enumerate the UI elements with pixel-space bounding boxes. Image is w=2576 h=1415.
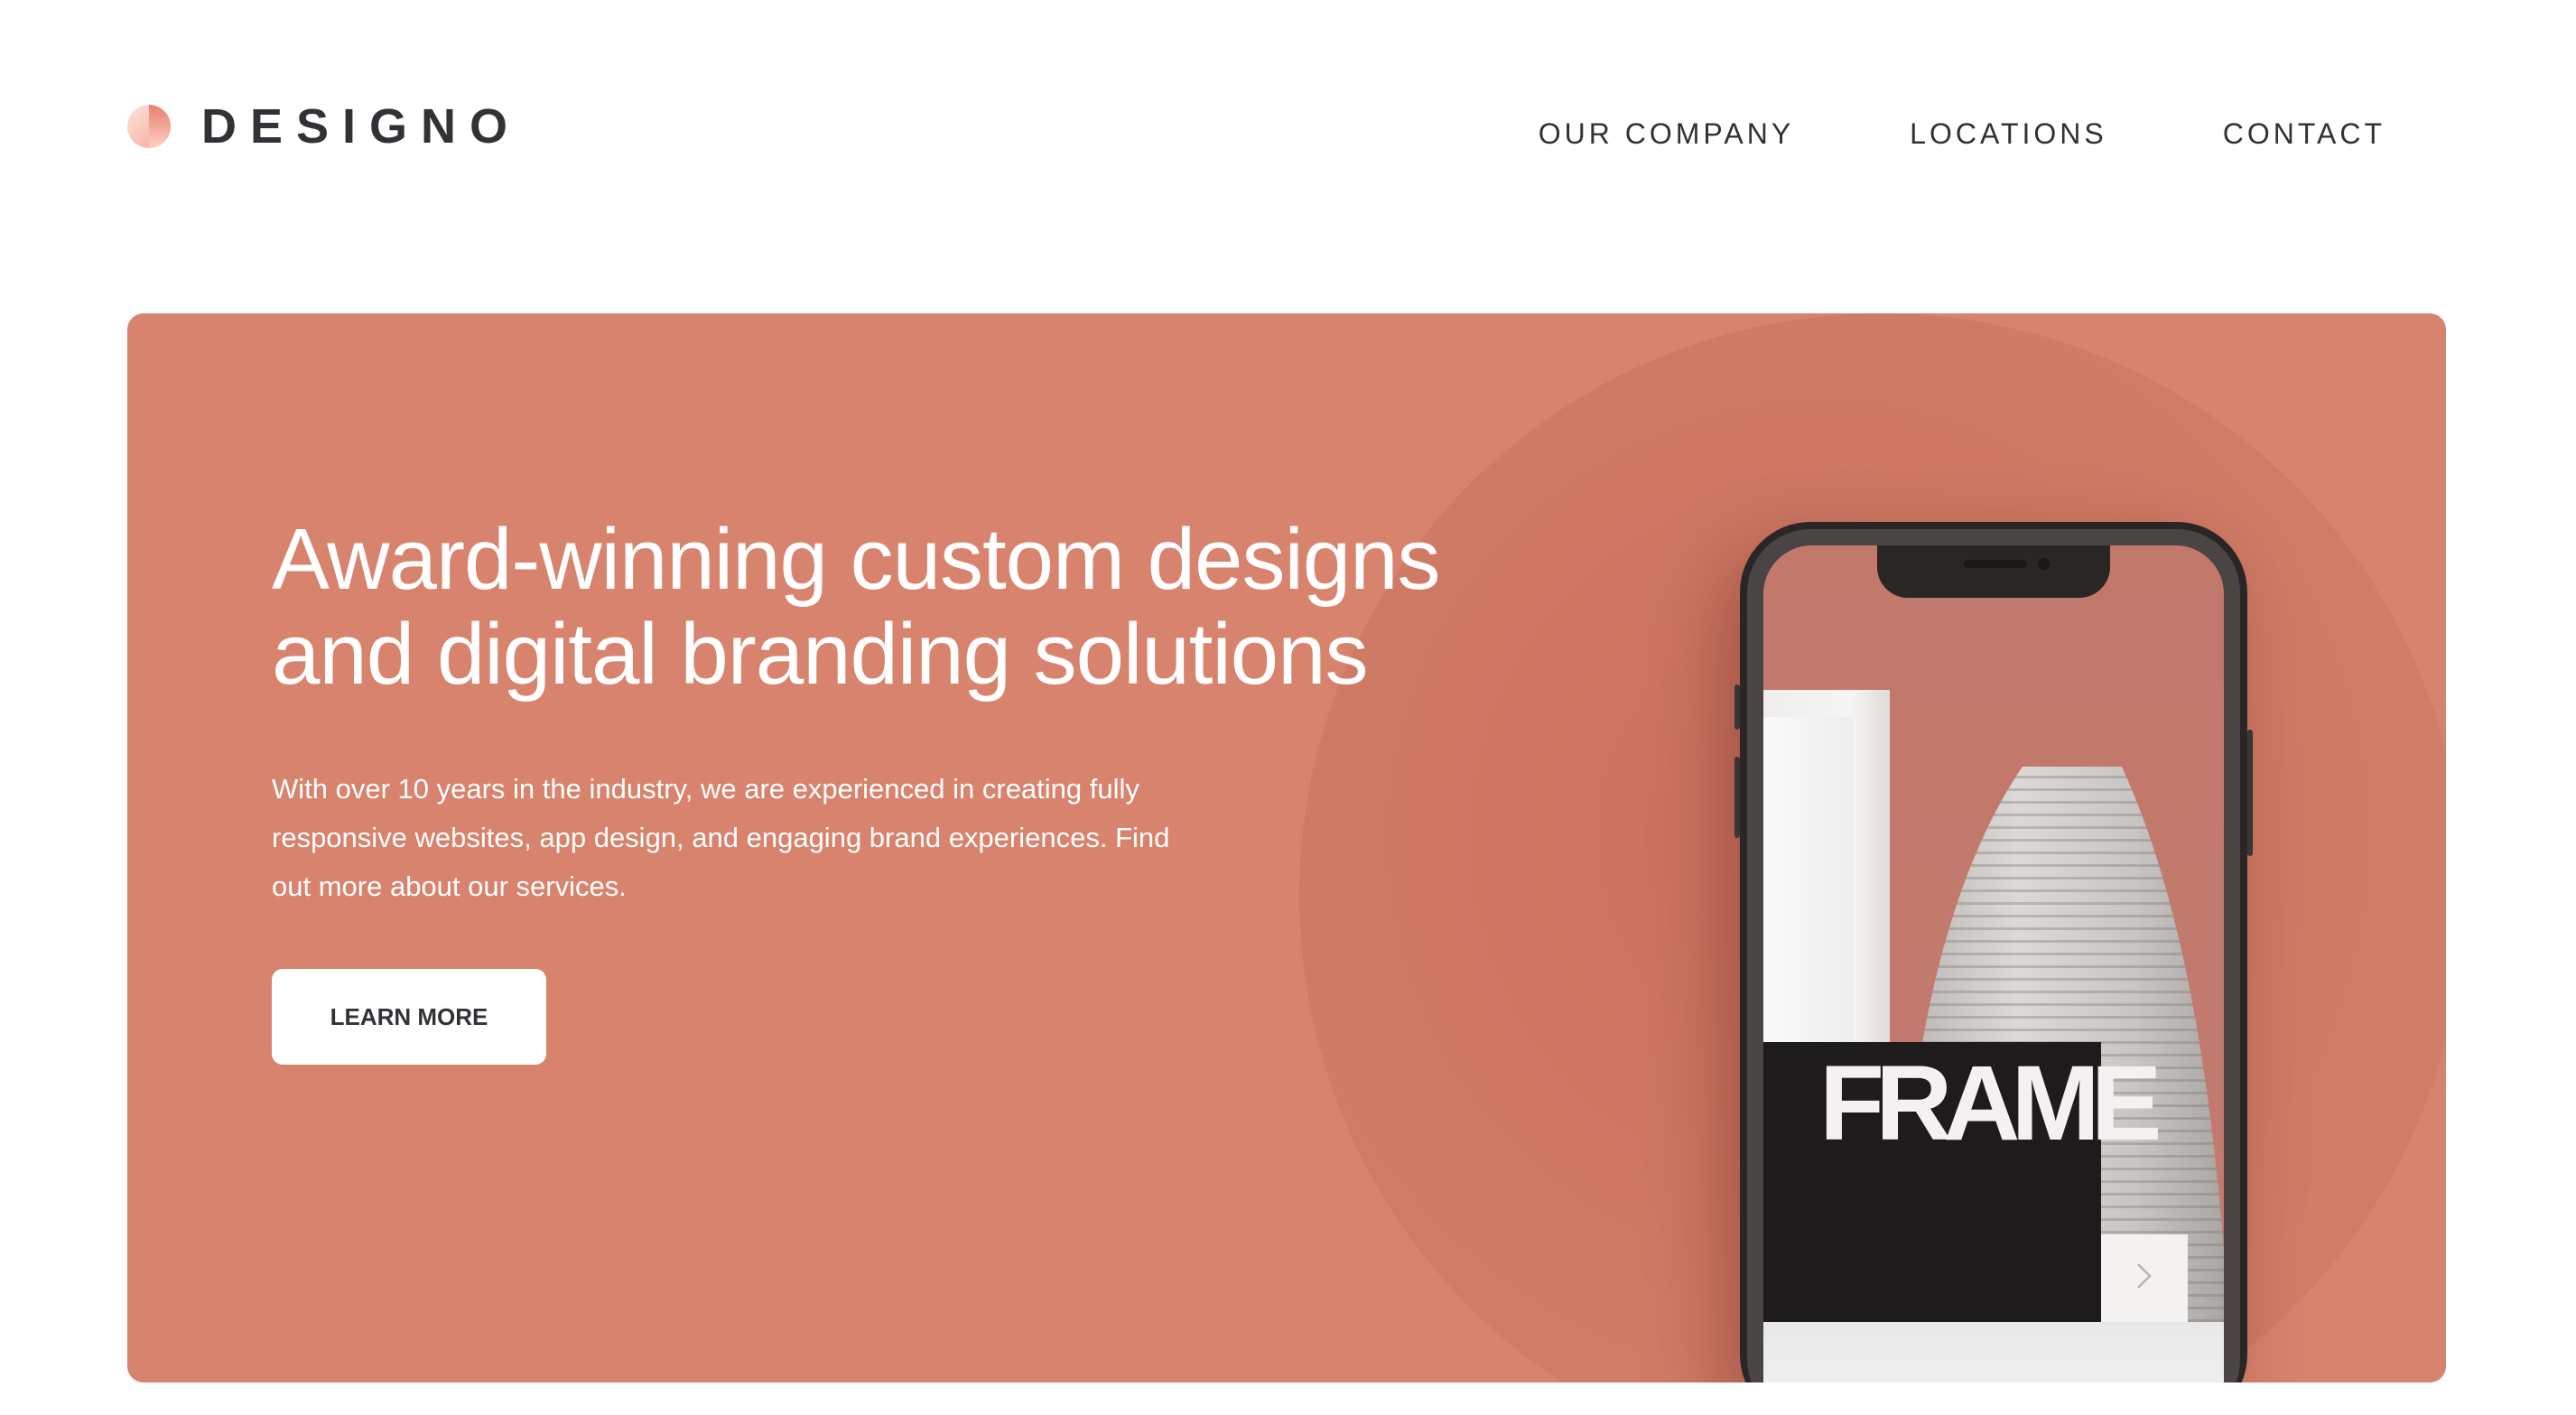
nav-item-contact[interactable]: CONTACT — [2223, 116, 2385, 152]
phone-side-button — [1734, 757, 1740, 838]
hero-title: Award-winning custom designs and digital… — [272, 512, 1626, 702]
hero-description-line: responsive websites, app design, and eng… — [272, 822, 1170, 853]
half-circle-logo-icon — [127, 105, 171, 148]
learn-more-button[interactable]: LEARN MORE — [272, 969, 546, 1065]
frame-title: FRAME — [1819, 1044, 2162, 1163]
phone-mockup: FRAME — [1734, 522, 2253, 1382]
chevron-right-icon — [2134, 1261, 2155, 1296]
floor-surface — [1763, 1322, 2224, 1382]
nav-item-our-company[interactable]: OUR COMPANY — [1539, 116, 1794, 152]
hero-title-line: Award-winning custom designs — [272, 511, 1441, 608]
hero-description: With over 10 years in the industry, we a… — [272, 765, 1193, 911]
phone-camera — [2038, 558, 2050, 570]
phone-side-button — [2247, 730, 2253, 856]
main-navigation: OUR COMPANY LOCATIONS CONTACT — [1539, 116, 2385, 152]
hero-description-line: With over 10 years in the industry, we a… — [272, 773, 1139, 805]
site-header: DESIGNO OUR COMPANY LOCATIONS CONTACT — [0, 0, 2576, 253]
brand-name: DESIGNO — [201, 99, 522, 154]
hero-title-line: and digital branding solutions — [272, 606, 1369, 703]
hero-description-line: out more about our services. — [272, 870, 627, 902]
logo-link[interactable]: DESIGNO — [127, 101, 521, 152]
hero-section: Award-winning custom designs and digital… — [127, 313, 2446, 1382]
phone-speaker — [1964, 560, 2027, 568]
next-slide-button[interactable] — [2101, 1234, 2188, 1322]
nav-item-locations[interactable]: LOCATIONS — [1910, 116, 2107, 152]
phone-notch — [1877, 545, 2110, 598]
phone-screen: FRAME — [1763, 545, 2224, 1382]
phone-side-button — [1734, 684, 1740, 730]
